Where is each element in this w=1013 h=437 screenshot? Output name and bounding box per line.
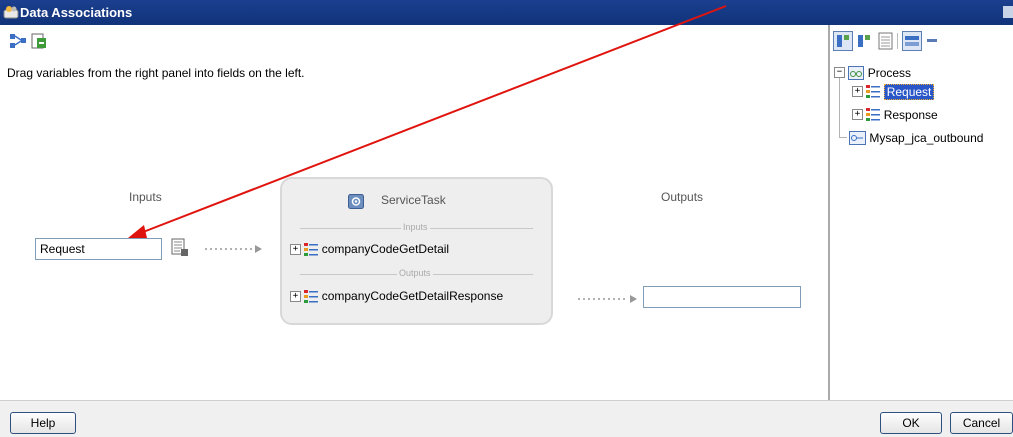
service-task-box: ServiceTask Inputs + companyCodeGetDetai… (280, 177, 553, 325)
service-output-label: companyCodeGetDetailResponse (321, 289, 504, 303)
tree-line (839, 78, 840, 138)
instruction-text: Drag variables from the right panel into… (7, 66, 305, 80)
element-variable-icon (304, 289, 319, 303)
show-arguments-icon[interactable] (856, 31, 874, 51)
mapping-canvas: Drag variables from the right panel into… (0, 25, 828, 400)
tree-item-mysap-jca-outbound[interactable]: Mysap_jca_outbound (849, 130, 983, 148)
service-input-item[interactable]: + companyCodeGetDetail (290, 242, 449, 258)
inputs-section-label: Inputs (401, 222, 430, 232)
service-task-icon (348, 194, 364, 209)
window-title: Data Associations (20, 5, 133, 20)
expand-icon[interactable]: + (290, 291, 301, 303)
tree-line (839, 137, 847, 138)
window-close-button[interactable] (1003, 6, 1013, 18)
layout-icon[interactable] (902, 31, 922, 51)
expand-icon[interactable]: + (852, 109, 863, 121)
cancel-button[interactable]: Cancel (950, 412, 1013, 434)
tree-item-request[interactable]: + Request (852, 83, 935, 102)
dialog-button-bar: Help OK Cancel (0, 400, 1013, 437)
element-variable-icon (866, 84, 881, 98)
service-input-label: companyCodeGetDetail (321, 242, 450, 256)
title-bar: Data Associations (0, 0, 1013, 25)
service-reference-icon (849, 130, 866, 145)
outputs-section-label: Outputs (397, 268, 433, 278)
tree-label-process: Process (867, 65, 912, 80)
expand-icon[interactable]: + (852, 86, 863, 98)
expand-icon[interactable]: + (290, 244, 301, 256)
show-variables-icon[interactable] (833, 31, 853, 51)
help-button[interactable]: Help (10, 412, 76, 434)
output-connector-arrow (578, 295, 637, 303)
expression-builder-icon[interactable] (171, 238, 189, 257)
element-variable-icon (304, 242, 319, 256)
tree-label-request: Request (883, 83, 935, 100)
element-variable-icon (866, 107, 881, 121)
outputs-label: Outputs (661, 190, 704, 204)
collapse-icon[interactable] (926, 37, 938, 45)
service-task-title: ServiceTask (381, 193, 446, 207)
collapse-node-icon[interactable]: − (834, 67, 845, 79)
service-output-item[interactable]: + companyCodeGetDetailResponse (290, 289, 503, 305)
properties-icon[interactable] (878, 31, 894, 51)
input-connector-arrow (205, 245, 262, 253)
auto-map-icon[interactable] (9, 32, 27, 50)
input-request-field[interactable]: Request (35, 238, 162, 260)
expression-builder-icon[interactable] (30, 32, 48, 50)
data-associations-icon (3, 6, 19, 19)
tree-item-process[interactable]: − Process (834, 65, 911, 83)
variables-panel: − Process + Request + Response Mysap_jca… (830, 25, 1013, 400)
tree-label-outbound: Mysap_jca_outbound (869, 130, 984, 145)
tree-item-response[interactable]: + Response (852, 107, 938, 125)
output-field[interactable] (643, 286, 801, 308)
process-icon (848, 65, 865, 80)
ok-button[interactable]: OK (880, 412, 942, 434)
toolbar-separator (897, 33, 898, 49)
inputs-label: Inputs (129, 190, 162, 204)
tree-label-response: Response (883, 107, 938, 122)
